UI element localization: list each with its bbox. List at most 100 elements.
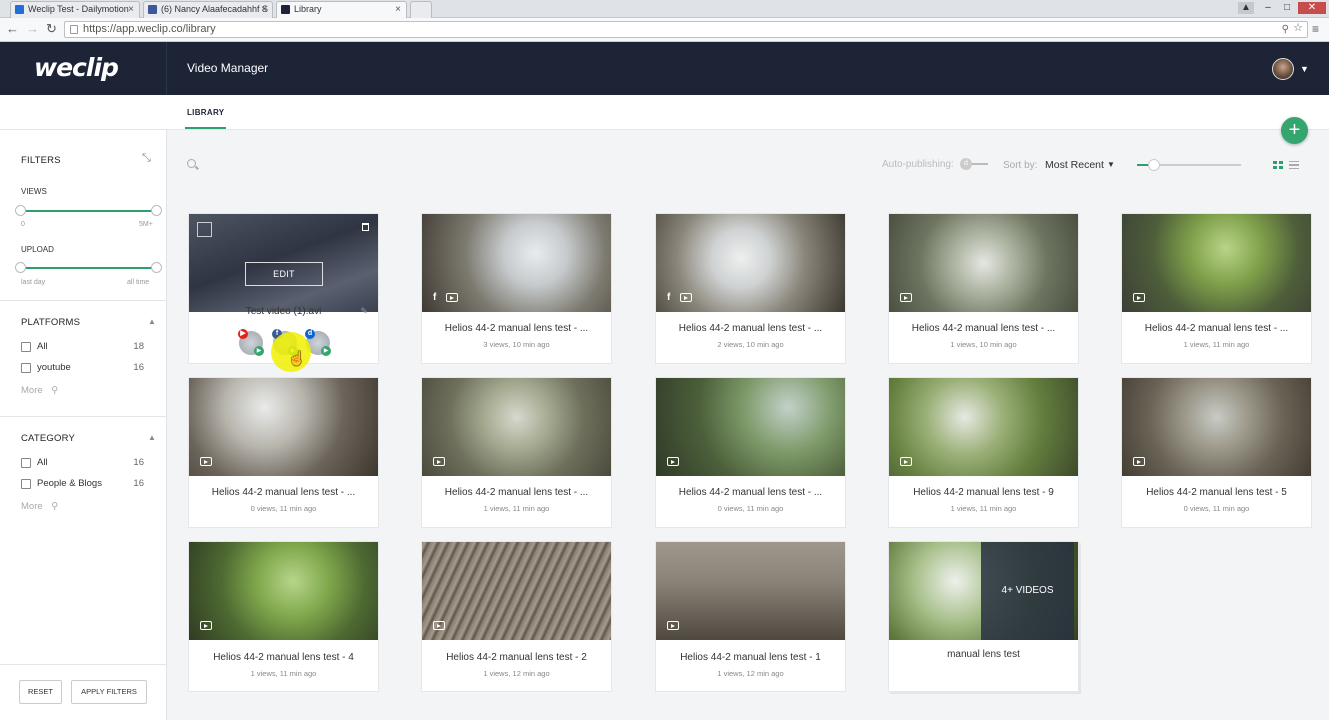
youtube-icon <box>667 457 679 466</box>
url-field[interactable]: https://app.weclip.co/library ⚲ ☆ <box>64 21 1308 38</box>
video-thumbnail[interactable] <box>422 542 611 640</box>
auto-publishing-label: Auto-publishing: <box>882 159 954 170</box>
video-card[interactable]: f Helios 44-2 manual lens test - ... 3 v… <box>421 213 612 364</box>
minimize-button[interactable]: – <box>1260 2 1276 14</box>
video-thumbnail[interactable] <box>656 542 845 640</box>
video-title[interactable]: Helios 44-2 manual lens test - ... <box>189 487 378 498</box>
close-tab-icon[interactable]: × <box>395 2 401 17</box>
video-title[interactable]: Helios 44-2 manual lens test - ... <box>656 487 845 498</box>
video-card[interactable]: Helios 44-2 manual lens test - 1 1 views… <box>655 541 846 692</box>
menu-icon[interactable]: ≡ <box>1312 21 1319 37</box>
video-card[interactable]: Helios 44-2 manual lens test - 2 1 views… <box>421 541 612 692</box>
apply-filters-button[interactable]: APPLY FILTERS <box>71 680 147 704</box>
edit-button[interactable]: EDIT <box>245 262 323 286</box>
video-title[interactable]: Helios 44-2 manual lens test - ... <box>422 323 611 334</box>
new-tab-button[interactable] <box>410 1 432 18</box>
video-title[interactable]: Helios 44-2 manual lens test - ... <box>656 323 845 334</box>
video-title[interactable]: Helios 44-2 manual lens test - 1 <box>656 652 845 663</box>
location-icon[interactable]: ⚲ <box>1282 22 1289 37</box>
video-thumbnail[interactable] <box>189 378 378 476</box>
video-title[interactable]: Helios 44-2 manual lens test - 2 <box>422 652 611 663</box>
category-all-checkbox[interactable] <box>21 458 31 468</box>
close-tab-icon[interactable]: × <box>128 2 134 17</box>
playlist-title[interactable]: manual lens test <box>889 649 1078 660</box>
video-thumbnail[interactable] <box>656 378 845 476</box>
video-card[interactable]: Helios 44-2 manual lens test - ... 1 vie… <box>888 213 1079 364</box>
video-card[interactable]: Helios 44-2 manual lens test - ... 1 vie… <box>1121 213 1312 364</box>
browser-tab-dailymotion[interactable]: Weclip Test - Dailymotion × <box>10 1 140 18</box>
upload-max-handle[interactable] <box>151 262 162 273</box>
video-title[interactable]: Helios 44-2 manual lens test - 4 <box>189 652 378 663</box>
pencil-icon[interactable]: ✎ <box>360 306 368 317</box>
youtube-icon <box>1133 457 1145 466</box>
views-slider[interactable] <box>15 205 162 216</box>
chevron-up-icon[interactable]: ▲ <box>148 317 156 326</box>
tab-library[interactable]: LIBRARY <box>187 108 224 117</box>
reset-button[interactable]: RESET <box>19 680 62 704</box>
views-min-handle[interactable] <box>15 205 26 216</box>
reload-icon[interactable]: ↻ <box>46 21 57 37</box>
video-title[interactable]: Helios 44-2 manual lens test - ... <box>1122 323 1311 334</box>
video-card[interactable]: Helios 44-2 manual lens test - 9 1 views… <box>888 377 1079 528</box>
video-thumbnail[interactable] <box>1122 378 1311 476</box>
video-thumbnail[interactable] <box>1122 214 1311 312</box>
upload-max-label: all time <box>127 279 150 286</box>
collapse-icon[interactable]: ⤡ <box>142 152 151 165</box>
youtube-platform-badge[interactable]: ▶ ▶ <box>238 329 264 356</box>
back-icon[interactable]: ← <box>6 21 19 37</box>
slider-handle[interactable] <box>1148 159 1160 171</box>
upload-min-handle[interactable] <box>15 262 26 273</box>
auto-publishing-toggle[interactable]: d <box>960 158 988 170</box>
thumbnail-size-slider[interactable] <box>1137 159 1241 171</box>
browser-tab-library[interactable]: Library × <box>276 1 407 18</box>
video-card[interactable]: Helios 44-2 manual lens test - ... 0 vie… <box>655 377 846 528</box>
video-thumbnail[interactable] <box>189 542 378 640</box>
bookmark-star-icon[interactable]: ☆ <box>1293 21 1303 36</box>
hand-cursor-icon: ☝ <box>288 350 306 366</box>
close-tab-icon[interactable]: × <box>261 2 267 17</box>
avatar[interactable] <box>1272 58 1294 80</box>
lock-icon <box>70 25 78 34</box>
video-thumbnail[interactable]: f <box>656 214 845 312</box>
platforms-more-link[interactable]: More ⚲ <box>21 385 58 396</box>
category-people-blogs-checkbox[interactable] <box>21 479 31 489</box>
video-thumbnail[interactable] <box>889 378 1078 476</box>
video-card[interactable]: f Helios 44-2 manual lens test - ... 2 v… <box>655 213 846 364</box>
add-video-button[interactable]: + <box>1281 117 1308 144</box>
video-title[interactable]: Helios 44-2 manual lens test - ... <box>889 323 1078 334</box>
video-card[interactable]: Helios 44-2 manual lens test - 4 1 views… <box>188 541 379 692</box>
video-title[interactable]: Helios 44-2 manual lens test - ... <box>422 487 611 498</box>
close-window-button[interactable]: ✕ <box>1298 2 1326 14</box>
profile-icon[interactable]: ▲ <box>1238 2 1254 14</box>
grid-view-icon[interactable] <box>1273 161 1283 169</box>
sort-select[interactable]: Most Recent <box>1045 159 1104 171</box>
views-max-handle[interactable] <box>151 205 162 216</box>
video-card[interactable]: Helios 44-2 manual lens test - 5 0 views… <box>1121 377 1312 528</box>
video-card[interactable]: Helios 44-2 manual lens test - ... 1 vie… <box>421 377 612 528</box>
search-icon[interactable] <box>187 159 196 168</box>
video-thumbnail[interactable]: EDIT <box>189 214 378 312</box>
caret-down-icon[interactable]: ▼ <box>1107 160 1115 169</box>
video-title[interactable]: Test video (1).avi <box>189 306 378 317</box>
video-card[interactable]: Helios 44-2 manual lens test - ... 0 vie… <box>188 377 379 528</box>
platform-all-checkbox[interactable] <box>21 342 31 352</box>
category-more-link[interactable]: More ⚲ <box>21 501 58 512</box>
chevron-down-icon[interactable]: ▼ <box>1300 64 1309 74</box>
forward-icon[interactable]: → <box>26 21 39 37</box>
video-thumbnail[interactable] <box>889 214 1078 312</box>
upload-slider[interactable] <box>15 262 162 273</box>
weclip-logo[interactable]: weclip <box>34 53 119 82</box>
video-thumbnail[interactable]: f <box>422 214 611 312</box>
select-checkbox[interactable] <box>197 222 212 237</box>
browser-tab-facebook[interactable]: (6) Nancy Alaafecadahhf S × <box>143 1 273 18</box>
video-title[interactable]: Helios 44-2 manual lens test - 5 <box>1122 487 1311 498</box>
trash-icon[interactable] <box>362 223 369 231</box>
chevron-up-icon[interactable]: ▲ <box>148 433 156 442</box>
platform-youtube-checkbox[interactable] <box>21 363 31 373</box>
playlist-card[interactable]: 4+ VIDEOS manual lens test <box>888 541 1079 692</box>
list-view-icon[interactable] <box>1289 161 1299 169</box>
maximize-button[interactable]: □ <box>1279 2 1295 14</box>
video-thumbnail[interactable] <box>422 378 611 476</box>
video-title[interactable]: Helios 44-2 manual lens test - 9 <box>889 487 1078 498</box>
playlist-thumbnail[interactable]: 4+ VIDEOS <box>889 542 1078 640</box>
